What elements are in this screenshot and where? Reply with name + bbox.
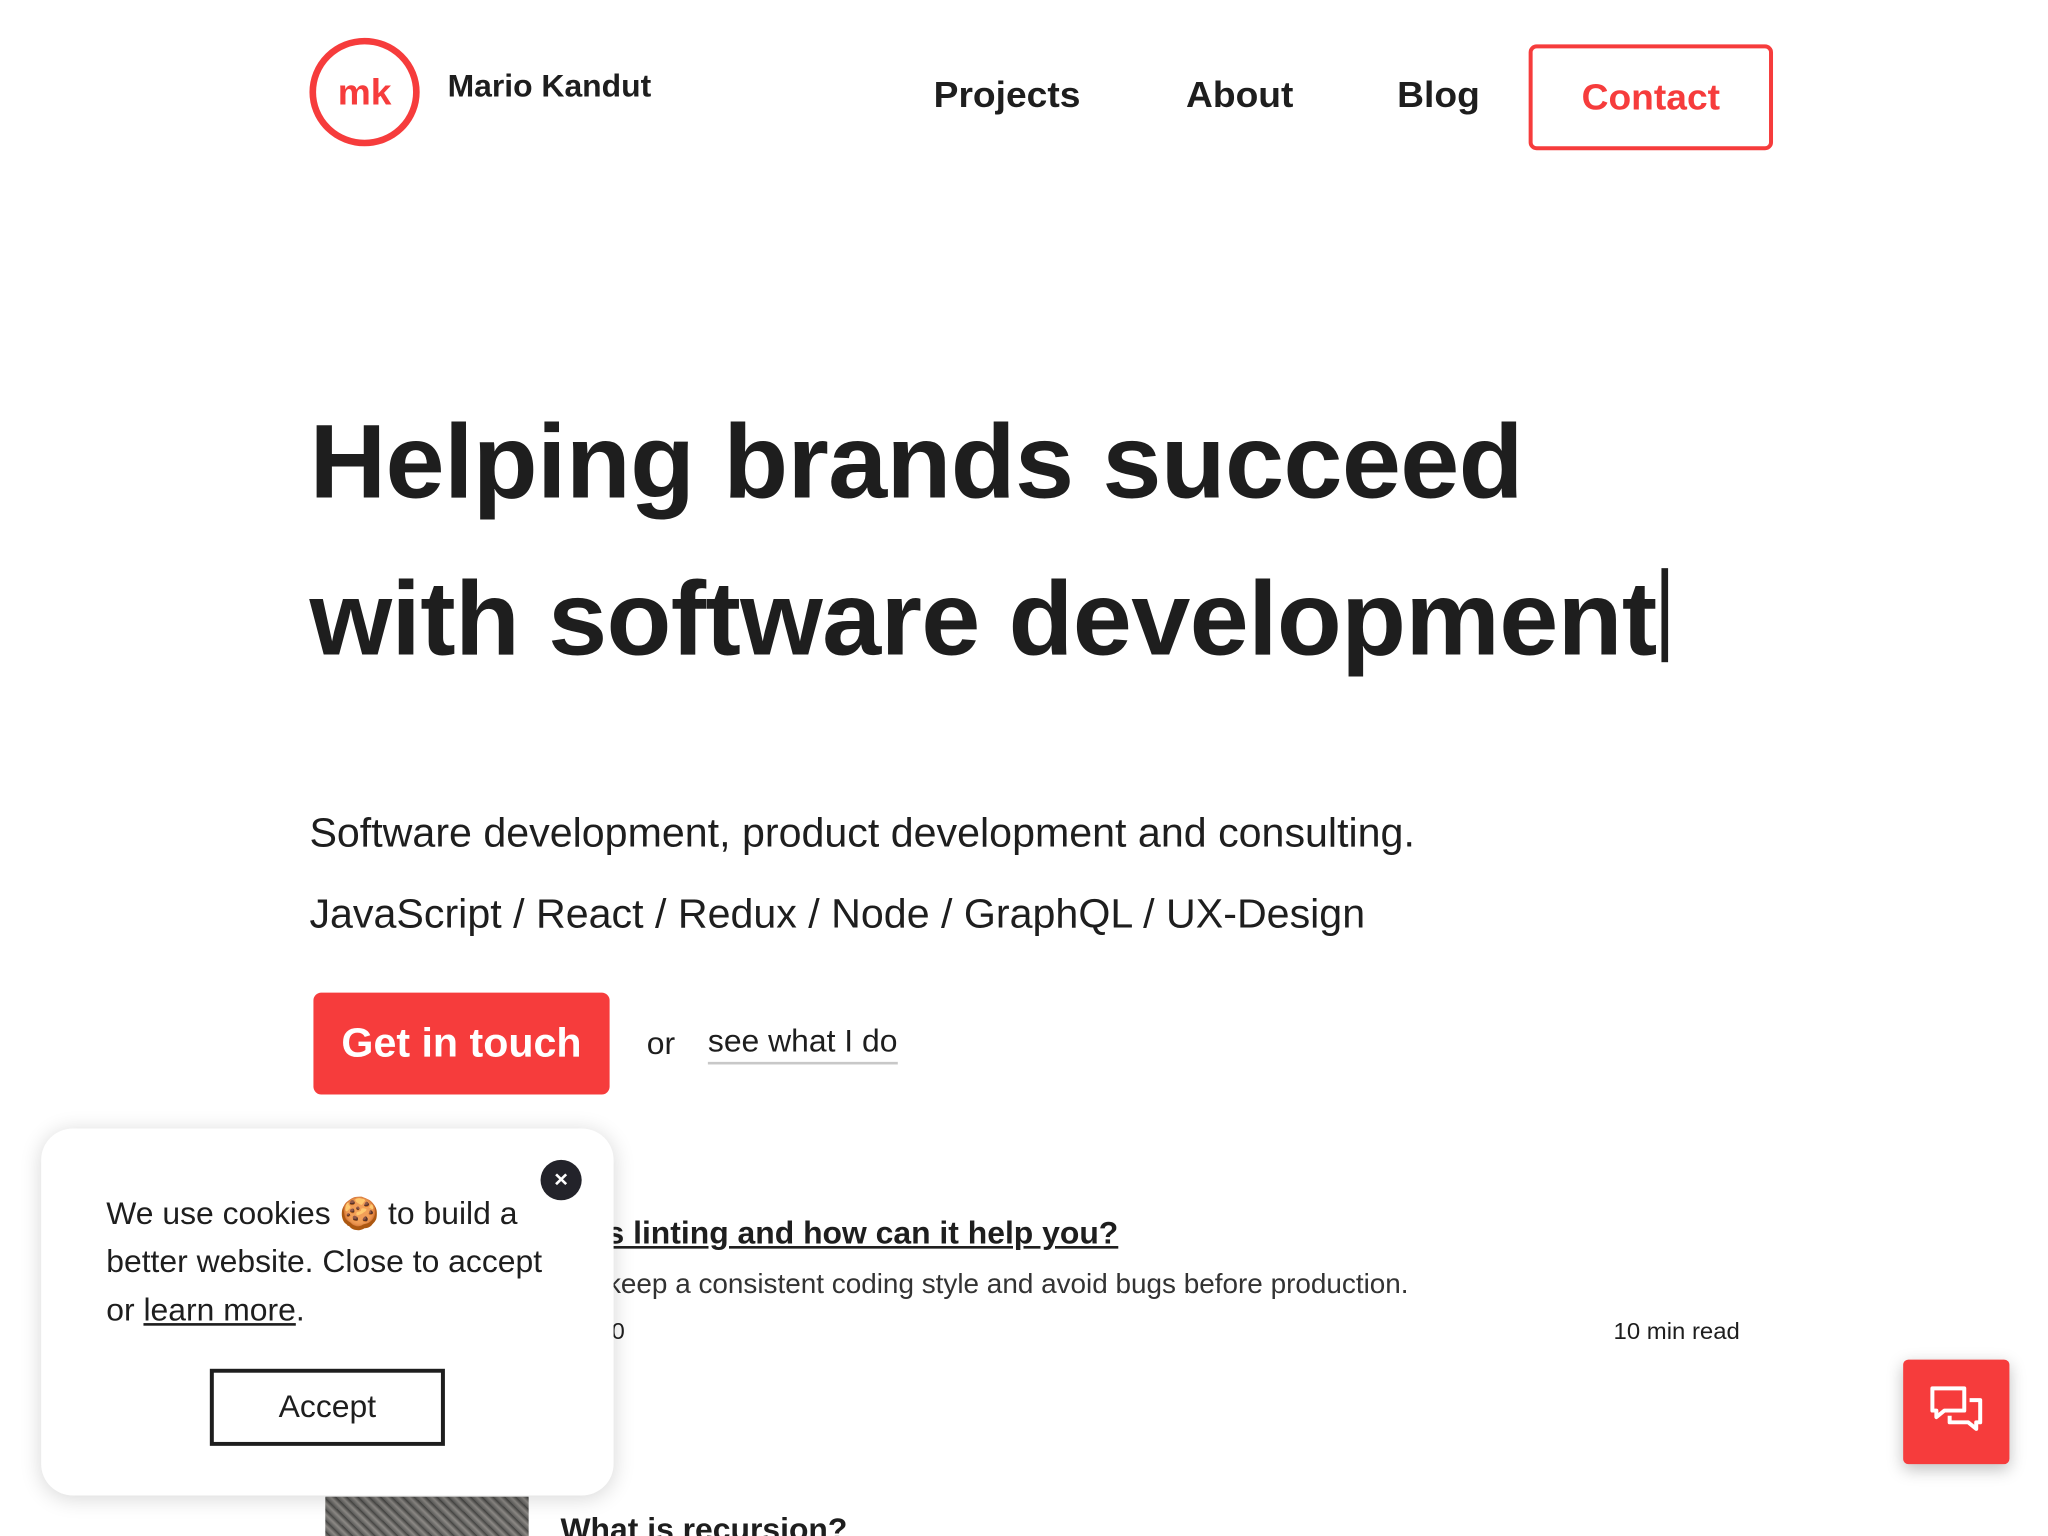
nav-about[interactable]: About	[1186, 74, 1293, 116]
logo-text: mk	[337, 71, 392, 112]
hero-tagline: Software development, product developmen…	[309, 809, 1415, 856]
learn-more-link[interactable]: learn more	[143, 1293, 295, 1328]
post-excerpt: / to keep a consistent coding style and …	[560, 1269, 1409, 1300]
chat-bubbles-icon	[1928, 1384, 1984, 1440]
page: mk Mario Kandut Projects About Blog Cont…	[0, 0, 2048, 1536]
post-read-time: 10 min read	[1613, 1317, 1740, 1344]
nav-blog[interactable]: Blog	[1397, 74, 1480, 116]
brand-name[interactable]: Mario Kandut	[448, 69, 652, 106]
nav-projects[interactable]: Projects	[934, 74, 1081, 116]
close-icon[interactable]: ×	[540, 1159, 582, 1201]
post-title-linting[interactable]: at is linting and how can it help you?	[560, 1216, 1118, 1253]
hero-headline-text: with software development	[309, 560, 1657, 677]
hero-headline-line-1: Helping brands succeed	[309, 403, 1523, 520]
cookie-text: We use cookies 🍪 to build a better websi…	[106, 1190, 564, 1335]
hero-headline-line-2: with software development	[309, 559, 1669, 679]
get-in-touch-button[interactable]: Get in touch	[313, 992, 610, 1095]
see-what-i-do-link[interactable]: see what I do	[707, 1024, 898, 1065]
hero-tech-stack: JavaScript / React / Redux / Node / Grap…	[309, 890, 1366, 937]
cookie-banner: We use cookies 🍪 to build a better websi…	[41, 1128, 614, 1496]
chat-button[interactable]	[1903, 1359, 2010, 1465]
logo[interactable]: mk	[309, 37, 420, 147]
accept-button[interactable]: Accept	[209, 1368, 445, 1446]
post-thumbnail[interactable]	[325, 1496, 529, 1536]
contact-button[interactable]: Contact	[1528, 44, 1774, 151]
post-title-recursion[interactable]: What is recursion?	[560, 1512, 847, 1536]
cookie-message-end: .	[295, 1293, 305, 1329]
or-text: or	[646, 1026, 676, 1062]
typing-caret	[1661, 568, 1669, 663]
